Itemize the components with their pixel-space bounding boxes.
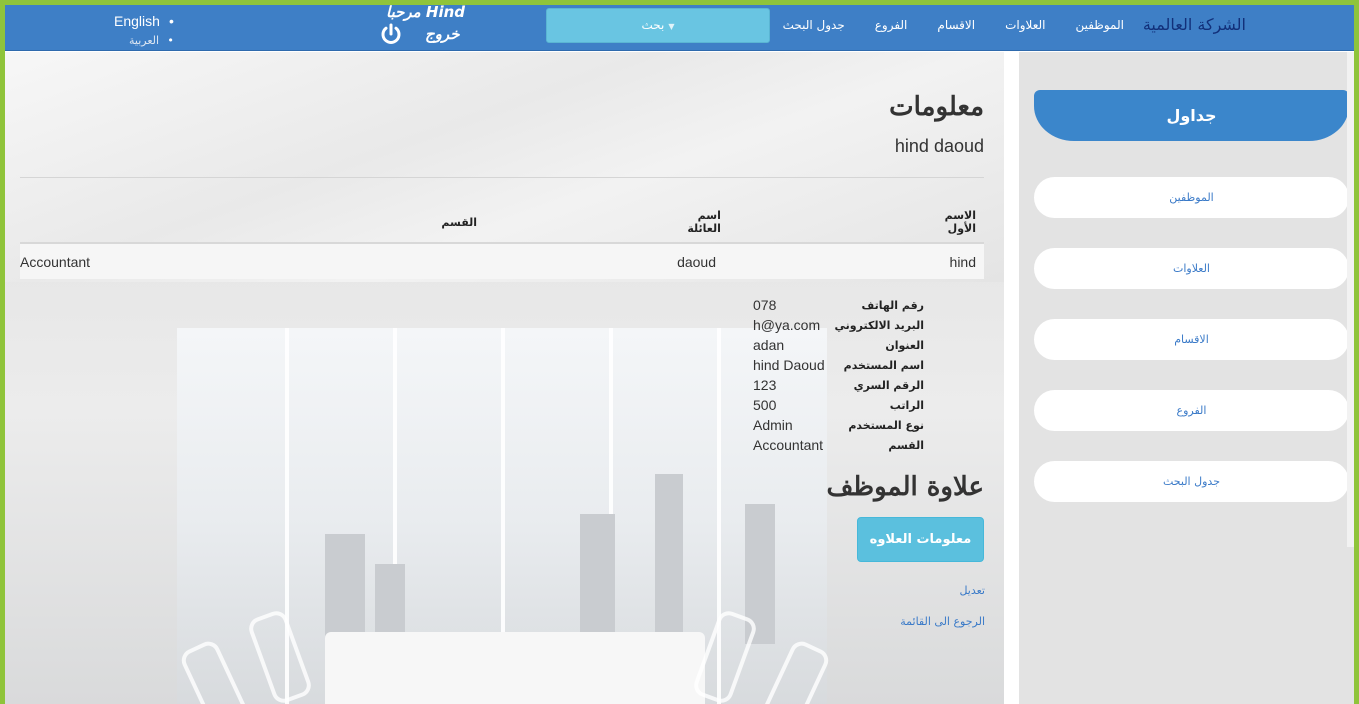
column-header: اسم العائلة [677, 202, 926, 244]
detail-row: العنوان adan [739, 335, 924, 355]
detail-label: اسم المستخدم [843, 358, 924, 372]
allowance-info-button[interactable]: معلومات العلاوه [857, 517, 984, 562]
detail-label: الراتب [889, 398, 924, 412]
table-header-row: الاسم الأول اسم العائلة القسم [20, 202, 984, 244]
sidebar-title: جداول [1034, 90, 1349, 141]
table-cell: hind [925, 243, 984, 279]
sidebar-item-departments[interactable]: الاقسام [1034, 319, 1349, 360]
back-to-list-link[interactable]: الرجوع الى القائمة [900, 615, 985, 628]
nav-link-search-table[interactable]: جدول البحث [783, 18, 845, 32]
nav-link-employees[interactable]: الموظفين [1075, 18, 1124, 32]
detail-label: نوع المستخدم [848, 418, 924, 432]
brand-title[interactable]: الشركة العالمية [1143, 15, 1246, 34]
detail-value: Admin [753, 417, 793, 433]
nav-link-departments[interactable]: الاقسام [937, 18, 975, 32]
sidebar-item-branches[interactable]: الفروع [1034, 390, 1349, 431]
background-table [325, 632, 705, 704]
right-sidebar: جداول الموظفين العلاوات الاقسام الفروع ج… [1019, 52, 1354, 704]
detail-label: الرقم السري [853, 378, 924, 392]
top-navbar: الشركة العالمية الموظفين العلاوات الاقسا… [5, 5, 1354, 51]
detail-row: القسم Accountant [739, 435, 924, 455]
language-english[interactable]: English [114, 12, 174, 31]
table-cell: Accountant [20, 243, 678, 279]
nav-link-allowances[interactable]: العلاوات [1005, 18, 1045, 32]
employee-table: الاسم الأول اسم العائلة القسم hind daoud… [20, 202, 984, 279]
nav-links: الموظفين العلاوات الاقسام الفروع جدول ال… [753, 18, 1124, 32]
language-list: English العربية [114, 12, 174, 50]
city-building [580, 514, 615, 644]
city-building [655, 474, 683, 644]
nav-link-branches[interactable]: الفروع [875, 18, 908, 32]
employee-full-name: hind daoud [894, 136, 984, 156]
main-content: معلومات hind daoud الاسم الأول اسم العائ… [5, 52, 1004, 704]
column-header: القسم [20, 202, 678, 244]
scrollbar[interactable] [1347, 52, 1354, 547]
detail-label: القسم [888, 438, 924, 452]
search-dropdown-button[interactable]: بحث ▼ [546, 8, 770, 43]
detail-value: hind Daoud [753, 357, 825, 373]
detail-value: 500 [753, 397, 777, 413]
detail-value: 078 [753, 297, 777, 313]
info-heading: معلومات [889, 92, 984, 122]
divider [20, 177, 984, 178]
sidebar-item-employees[interactable]: الموظفين [1034, 177, 1349, 218]
edit-link[interactable]: تعديل [959, 584, 985, 597]
detail-row: نوع المستخدم Admin [739, 415, 924, 435]
detail-row: رقم الهاتف 078 [739, 295, 924, 315]
city-building [325, 534, 365, 644]
caret-down-icon: ▼ [668, 22, 675, 31]
detail-value: Accountant [753, 437, 824, 453]
detail-row: اسم المستخدم hind Daoud [739, 355, 924, 375]
column-header: الاسم الأول [925, 202, 984, 244]
detail-row: الرقم السري 123 [739, 375, 924, 395]
detail-value: adan [753, 337, 785, 353]
table-row: hind daoud Accountant [20, 243, 984, 279]
detail-label: البريد الالكتروني [834, 318, 924, 332]
detail-row: الراتب 500 [739, 395, 924, 415]
power-icon[interactable] [379, 22, 403, 46]
app-frame: الشركة العالمية الموظفين العلاوات الاقسا… [5, 5, 1354, 704]
sidebar-item-allowances[interactable]: العلاوات [1034, 248, 1349, 289]
detail-value: h@ya.com [753, 317, 821, 333]
search-label: بحث [641, 18, 665, 32]
table-cell: daoud [677, 243, 926, 279]
logout-link[interactable]: خروج [425, 25, 459, 43]
employee-details: رقم الهاتف 078 البريد الالكتروني h@ya.com … [739, 295, 924, 455]
detail-label: العنوان [885, 338, 924, 352]
welcome-text: مرحبا Hind [386, 5, 466, 21]
detail-row: البريد الالكتروني h@ya.com [739, 315, 924, 335]
sidebar-item-search-table[interactable]: جدول البحث [1034, 461, 1349, 502]
detail-label: رقم الهاتف [861, 298, 924, 312]
language-arabic[interactable]: العربية [114, 31, 174, 50]
detail-value: 123 [753, 377, 777, 393]
allowance-heading: علاوة الموظف [826, 472, 984, 502]
